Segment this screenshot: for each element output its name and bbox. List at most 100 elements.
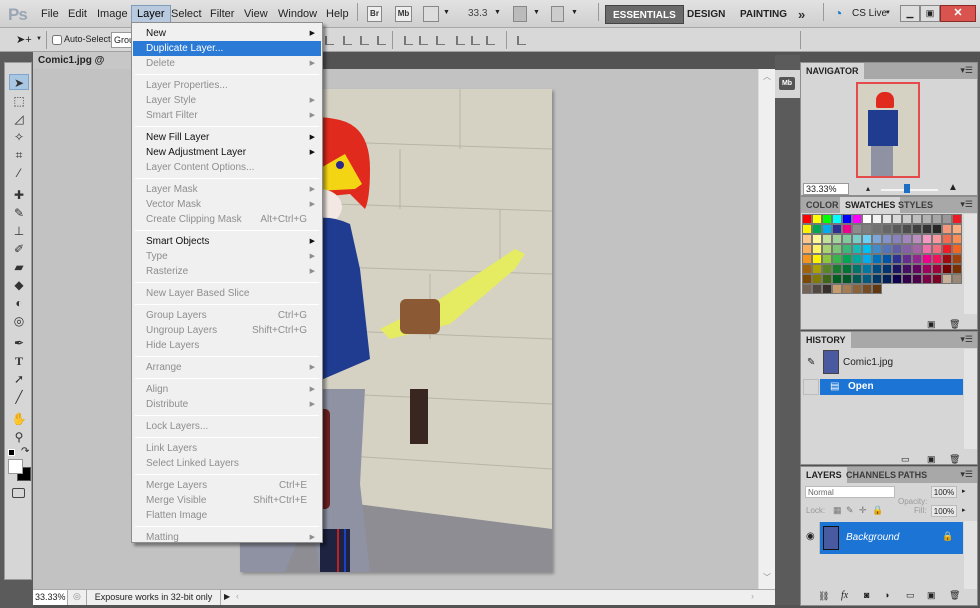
color-swatch[interactable] [802, 224, 812, 234]
color-swatch[interactable] [912, 254, 922, 264]
menu-item-smart-objects[interactable]: Smart Objects ▶ [133, 234, 321, 249]
color-swatch[interactable] [842, 264, 852, 274]
tab-channels[interactable]: CHANNELS [841, 467, 901, 483]
color-swatch[interactable] [942, 224, 952, 234]
color-swatch[interactable] [912, 244, 922, 254]
align-left-icon[interactable] [343, 36, 352, 45]
color-swatch[interactable] [862, 244, 872, 254]
color-swatch[interactable] [892, 274, 902, 284]
brush-tool-icon[interactable]: ✎ [9, 205, 29, 221]
distribute-left-icon[interactable] [456, 36, 465, 45]
color-swatch[interactable] [922, 244, 932, 254]
color-swatch[interactable] [912, 214, 922, 224]
lock-image-icon[interactable]: ✎ [846, 505, 854, 516]
menu-item-merge-layers[interactable]: Merge Layers Ctrl+E [133, 478, 321, 493]
menu-help[interactable]: Help [323, 8, 352, 20]
color-swatch[interactable] [842, 284, 852, 294]
menu-item-lock-layers[interactable]: Lock Layers... [133, 419, 321, 434]
color-swatch[interactable] [902, 214, 912, 224]
new-layer-icon[interactable]: ▣ [927, 590, 936, 601]
eyedropper-tool-icon[interactable]: ⁄ [9, 165, 29, 181]
color-swatch[interactable] [862, 234, 872, 244]
color-swatch[interactable] [812, 274, 822, 284]
lock-transparent-icon[interactable]: ▦ [833, 505, 842, 516]
color-swatch[interactable] [822, 254, 832, 264]
color-swatch[interactable] [932, 224, 942, 234]
path-selection-tool-icon[interactable]: ➚ [9, 371, 29, 387]
more-workspaces-button[interactable]: » [798, 7, 805, 22]
menu-item-merge-visible[interactable]: Merge Visible Shift+Ctrl+E [133, 493, 321, 508]
color-swatch[interactable] [952, 214, 962, 224]
menu-item-hide-layers[interactable]: Hide Layers [133, 338, 321, 353]
color-swatch[interactable] [902, 244, 912, 254]
minimize-button[interactable]: ▁ [900, 5, 920, 22]
scroll-right-icon[interactable]: › [751, 591, 754, 601]
color-swatch[interactable] [812, 264, 822, 274]
color-swatch[interactable] [912, 264, 922, 274]
scroll-up-icon[interactable]: ︿ [763, 71, 771, 82]
menu-item-new[interactable]: New ▶ [133, 26, 321, 41]
color-swatch[interactable] [812, 254, 822, 264]
swatches-scrollbar[interactable] [964, 214, 977, 314]
color-swatch[interactable] [832, 234, 842, 244]
chevron-down-icon[interactable]: ▼ [36, 36, 42, 42]
color-swatch[interactable] [922, 224, 932, 234]
color-swatch[interactable] [812, 214, 822, 224]
new-snapshot-icon[interactable]: ▣ [927, 454, 936, 465]
color-swatch[interactable] [942, 234, 952, 244]
distribute-bottom-icon[interactable] [436, 36, 445, 45]
menu-item-align[interactable]: Align ▶ [133, 382, 321, 397]
close-button[interactable]: ✕ [940, 5, 976, 22]
color-swatch[interactable] [942, 264, 952, 274]
blur-tool-icon[interactable]: ◐ [9, 295, 29, 311]
color-swatch[interactable] [822, 244, 832, 254]
auto-select-checkbox[interactable] [52, 35, 62, 45]
menu-item-layer-content-options[interactable]: Layer Content Options... [133, 160, 321, 175]
history-state-open[interactable]: ▤ Open [820, 379, 963, 395]
quick-select-tool-icon[interactable]: ✧ [9, 129, 29, 145]
color-swatch[interactable] [942, 274, 952, 284]
bridge-button[interactable]: Br [367, 6, 382, 22]
color-swatch[interactable] [802, 214, 812, 224]
tab-navigator[interactable]: NAVIGATOR [801, 63, 864, 79]
color-swatch[interactable] [812, 284, 822, 294]
align-center-icon[interactable] [360, 36, 369, 45]
color-swatch[interactable] [872, 214, 882, 224]
color-swatch[interactable] [952, 274, 962, 284]
color-swatch[interactable] [812, 224, 822, 234]
menu-item-flatten-image[interactable]: Flatten Image [133, 508, 321, 523]
color-swatch[interactable] [892, 244, 902, 254]
menu-item-ungroup-layers[interactable]: Ungroup Layers Shift+Ctrl+G [133, 323, 321, 338]
new-swatch-icon[interactable]: ▣ [927, 319, 936, 330]
menu-item-layer-style[interactable]: Layer Style ▶ [133, 93, 321, 108]
workspace-design[interactable]: DESIGN [680, 5, 732, 24]
menu-item-matting[interactable]: Matting ▶ [133, 530, 321, 545]
color-swatch[interactable] [842, 224, 852, 234]
layer-row-background[interactable]: Background 🔒 [820, 522, 963, 554]
healing-brush-tool-icon[interactable]: ✚ [9, 187, 29, 203]
color-swatch[interactable] [882, 224, 892, 234]
color-swatch[interactable] [822, 234, 832, 244]
menu-item-new-fill-layer[interactable]: New Fill Layer ▶ [133, 130, 321, 145]
arrange-documents-icon[interactable] [513, 6, 527, 22]
color-swatch[interactable] [902, 264, 912, 274]
color-swatch[interactable] [952, 264, 962, 274]
navigator-slider-thumb[interactable] [903, 184, 910, 193]
layers-scrollbar[interactable] [964, 521, 977, 589]
status-menu-arrow-icon[interactable]: ▶ [224, 592, 230, 601]
screen-mode-icon[interactable] [551, 6, 564, 22]
marquee-tool-icon[interactable]: ⬚ [9, 93, 29, 109]
chevron-down-icon[interactable]: ▼ [571, 9, 578, 16]
color-swatch[interactable] [832, 264, 842, 274]
color-swatch[interactable] [802, 254, 812, 264]
history-scrollbar[interactable] [964, 349, 977, 449]
menu-item-group-layers[interactable]: Group Layers Ctrl+G [133, 308, 321, 323]
color-swatch[interactable] [872, 284, 882, 294]
panel-menu-icon[interactable]: ▾☰ [960, 334, 973, 345]
quick-mask-icon[interactable] [12, 488, 25, 498]
scroll-down-icon[interactable]: ﹀ [763, 572, 771, 583]
menu-file[interactable]: File [38, 8, 62, 20]
distribute-hcenter-icon[interactable] [471, 36, 480, 45]
color-swatch[interactable] [842, 274, 852, 284]
chevron-down-icon[interactable]: ▼ [443, 9, 450, 16]
